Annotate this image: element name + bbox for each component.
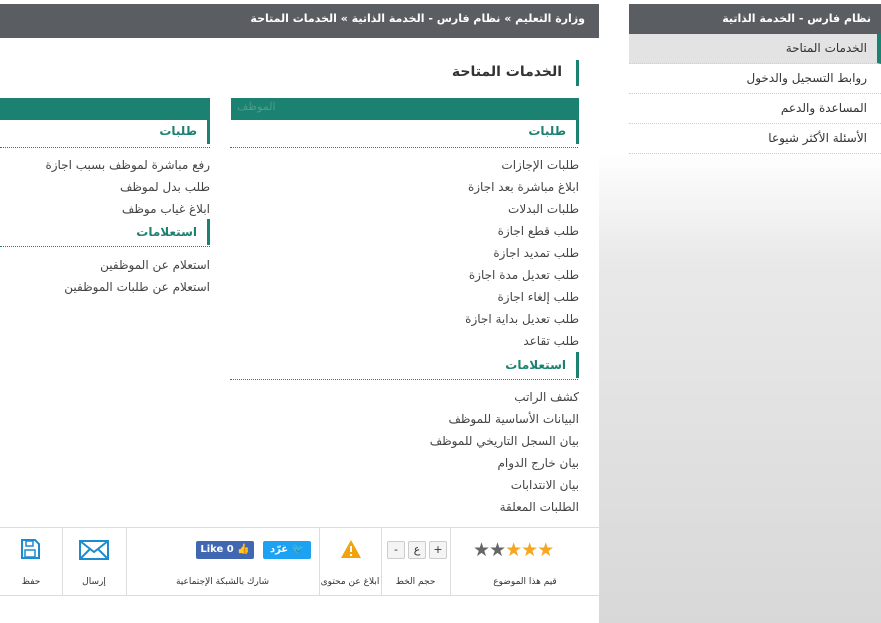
employee-inquiry-link[interactable]: كشف الراتب xyxy=(514,388,579,406)
employee-bar-text: الموظف xyxy=(237,100,276,113)
send-box[interactable]: إرسال xyxy=(62,527,127,596)
employee-column-bar: الموظف xyxy=(231,98,579,120)
employee-request-link[interactable]: طلبات البدلات xyxy=(508,200,579,218)
report-label: ابلاغ عن محتوى xyxy=(320,577,380,587)
manager-inquiries-heading: استعلامات xyxy=(136,219,210,245)
sidebar-item-help-support[interactable]: المساعدة والدعم xyxy=(629,94,881,124)
breadcrumb-text[interactable]: وزارة التعليم » نظام فارس - الخدمة الذات… xyxy=(250,4,585,34)
share-box: 🐦 غرّد 👍 Like 0 شارك بالشبكة الإجتماعية xyxy=(126,527,320,596)
font-letter: ع xyxy=(408,541,426,559)
employee-inquiry-link[interactable]: بيان السجل التاريخي للموظف xyxy=(430,432,579,450)
tweet-label: غرّد xyxy=(269,544,289,555)
manager-requests-heading: طلبات xyxy=(159,118,210,144)
page-title: الخدمات المتاحة xyxy=(452,60,579,86)
employee-request-link[interactable]: طلب إلغاء اجازة xyxy=(497,288,579,306)
employee-inquiry-link[interactable]: بيان الانتدابات xyxy=(511,476,579,494)
sidebar-item-faq[interactable]: الأسئلة الأكثر شيوعا xyxy=(629,124,881,154)
facebook-like-button[interactable]: 👍 Like 0 xyxy=(196,541,254,559)
tweet-button[interactable]: 🐦 غرّد xyxy=(263,541,311,559)
manager-request-link[interactable]: ابلاغ غياب موظف xyxy=(122,200,210,218)
employee-request-link[interactable]: طلبات الإجازات xyxy=(501,156,579,174)
warning-icon[interactable] xyxy=(340,539,362,559)
font-decrease-button[interactable]: - xyxy=(387,541,405,559)
rating-star-icon[interactable]: ★ xyxy=(505,539,522,561)
manager-requests-divider xyxy=(0,147,210,148)
requests-heading: طلبات xyxy=(528,118,579,144)
requests-divider xyxy=(230,147,578,148)
inquiries-heading: استعلامات xyxy=(505,352,579,378)
share-label: شارك بالشبكة الإجتماعية xyxy=(175,577,270,587)
save-label: حفظ xyxy=(21,577,41,587)
twitter-icon: 🐦 xyxy=(288,544,305,555)
font-size-label: حجم الخط xyxy=(395,577,436,587)
rating-stars[interactable]: ★★★★★ xyxy=(473,539,554,561)
inquiries-divider xyxy=(230,379,578,380)
rating-star-icon[interactable]: ★ xyxy=(521,539,538,561)
report-box[interactable]: ابلاغ عن محتوى xyxy=(319,527,382,596)
font-size-box: + ع - حجم الخط xyxy=(381,527,451,596)
sidebar: نظام فارس - الخدمة الذاتية الخدمات المتا… xyxy=(629,4,881,154)
rating-box: ★★★★★ قيم هذا الموضوع xyxy=(450,527,600,596)
employee-request-link[interactable]: طلب تعديل مدة اجازة xyxy=(469,266,579,284)
like-label: Like 0 xyxy=(200,544,234,555)
rating-star-icon[interactable]: ★ xyxy=(489,539,506,561)
font-increase-button[interactable]: + xyxy=(429,541,447,559)
manager-inquiries-divider xyxy=(0,246,210,247)
employee-inquiry-link[interactable]: البيانات الأساسية للموظف xyxy=(448,410,579,428)
employee-inquiry-link[interactable]: الطلبات المعلقة xyxy=(500,498,579,516)
rating-star-icon[interactable]: ★ xyxy=(473,539,490,561)
employee-request-link[interactable]: طلب تعديل بداية اجازة xyxy=(465,310,579,328)
send-label: إرسال xyxy=(82,577,106,587)
employee-request-link[interactable]: ابلاغ مباشرة بعد اجازة xyxy=(468,178,579,196)
sidebar-item-available-services[interactable]: الخدمات المتاحة xyxy=(629,34,881,64)
manager-inquiry-link[interactable]: استعلام عن الموظفين xyxy=(100,256,210,274)
sidebar-title: نظام فارس - الخدمة الذاتية xyxy=(629,4,881,34)
employee-request-link[interactable]: طلب قطع اجازة xyxy=(498,222,579,240)
save-box[interactable]: حفظ xyxy=(0,527,63,596)
sidebar-item-registration-links[interactable]: روابط التسجيل والدخول xyxy=(629,64,881,94)
rating-star-icon[interactable]: ★ xyxy=(537,539,554,561)
employee-inquiry-link[interactable]: بيان خارج الدوام xyxy=(497,454,579,472)
manager-request-link[interactable]: طلب بدل لموظف xyxy=(120,178,210,196)
employee-request-link[interactable]: طلب تمديد اجازة xyxy=(493,244,579,262)
manager-request-link[interactable]: رفع مباشرة لموظف بسبب اجازة xyxy=(45,156,210,174)
breadcrumb: وزارة التعليم » نظام فارس - الخدمة الذات… xyxy=(0,4,599,38)
rating-label: قيم هذا الموضوع xyxy=(493,577,557,587)
save-icon[interactable] xyxy=(20,539,40,559)
like-icon: 👍 xyxy=(233,544,250,555)
employee-request-link[interactable]: طلب تقاعد xyxy=(523,332,579,350)
manager-column-bar xyxy=(0,98,210,120)
manager-inquiry-link[interactable]: استعلام عن طلبات الموظفين xyxy=(64,278,210,296)
email-icon[interactable] xyxy=(79,540,109,560)
